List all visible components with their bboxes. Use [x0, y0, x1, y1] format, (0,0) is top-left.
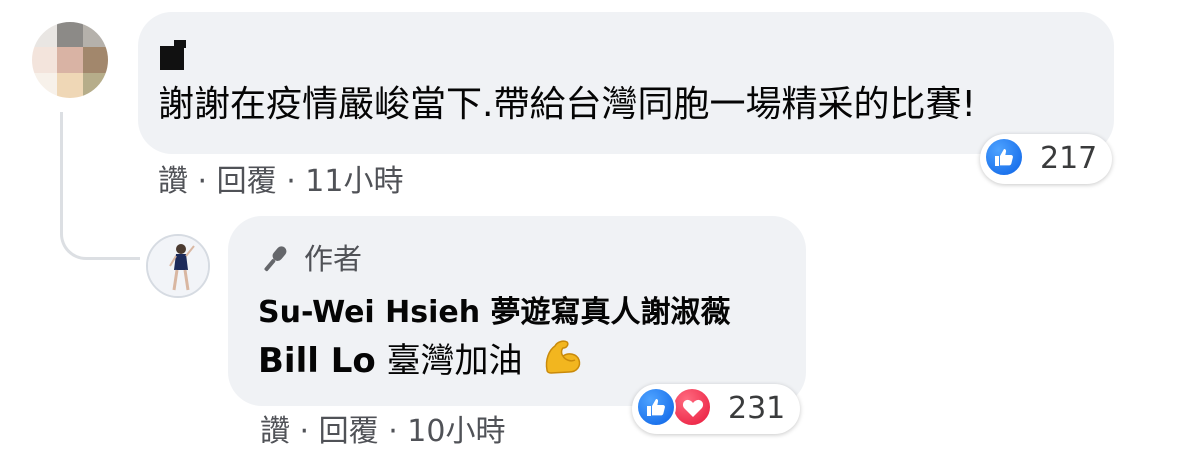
author-avatar[interactable] — [146, 234, 210, 298]
comment-like-link[interactable]: 讚 — [158, 164, 188, 199]
redacted-commenter-name — [160, 46, 184, 70]
microphone-icon — [264, 246, 287, 272]
commenter-avatar-blurred[interactable] — [32, 22, 108, 98]
love-reaction-icon — [672, 387, 712, 427]
comment-reactions-summary[interactable]: 217 — [980, 134, 1112, 184]
reply-reply-link[interactable]: 回覆 — [319, 414, 379, 449]
redacted-commenter-name-fragment — [174, 40, 186, 48]
like-reaction-icon — [636, 387, 676, 427]
author-badge-label: 作者 — [304, 242, 363, 276]
reply-author-line: Su-Wei Hsieh 夢遊寫真人謝淑薇 — [258, 292, 731, 334]
meta-separator: · — [388, 414, 398, 449]
meta-separator: · — [197, 164, 208, 199]
comment-reply-link[interactable]: 回覆 — [217, 164, 277, 199]
meta-separator: · — [299, 414, 310, 449]
reply-thread-line — [60, 112, 140, 260]
reply-author-name[interactable]: Su-Wei Hsieh 夢遊寫真人謝淑薇 — [258, 295, 731, 330]
reply-timestamp[interactable]: 10小時 — [407, 414, 505, 449]
author-avatar-figure — [148, 236, 208, 296]
comment-meta-row: 讚 · 回覆 · 11小時 — [158, 162, 403, 202]
comment-text: 謝謝在疫情嚴峻當下.帶給台灣同胞一場精采的比賽! — [158, 84, 976, 125]
reply-reaction-count: 231 — [728, 391, 786, 426]
reply-meta-row: 讚 · 回覆 · 10小時 — [260, 412, 505, 452]
flexed-biceps-icon — [541, 336, 585, 389]
comment-timestamp[interactable]: 11小時 — [305, 164, 403, 199]
reply-reactions-summary[interactable]: 231 — [632, 384, 800, 434]
reply-like-link[interactable]: 讚 — [260, 414, 290, 449]
reply-content: Bill Lo 臺灣加油 — [258, 336, 585, 389]
like-reaction-icon — [984, 137, 1024, 177]
reply-text: 臺灣加油 — [386, 341, 523, 381]
comment-reaction-count: 217 — [1040, 141, 1098, 176]
mentioned-user[interactable]: Bill Lo — [258, 341, 376, 381]
meta-separator: · — [286, 164, 296, 199]
